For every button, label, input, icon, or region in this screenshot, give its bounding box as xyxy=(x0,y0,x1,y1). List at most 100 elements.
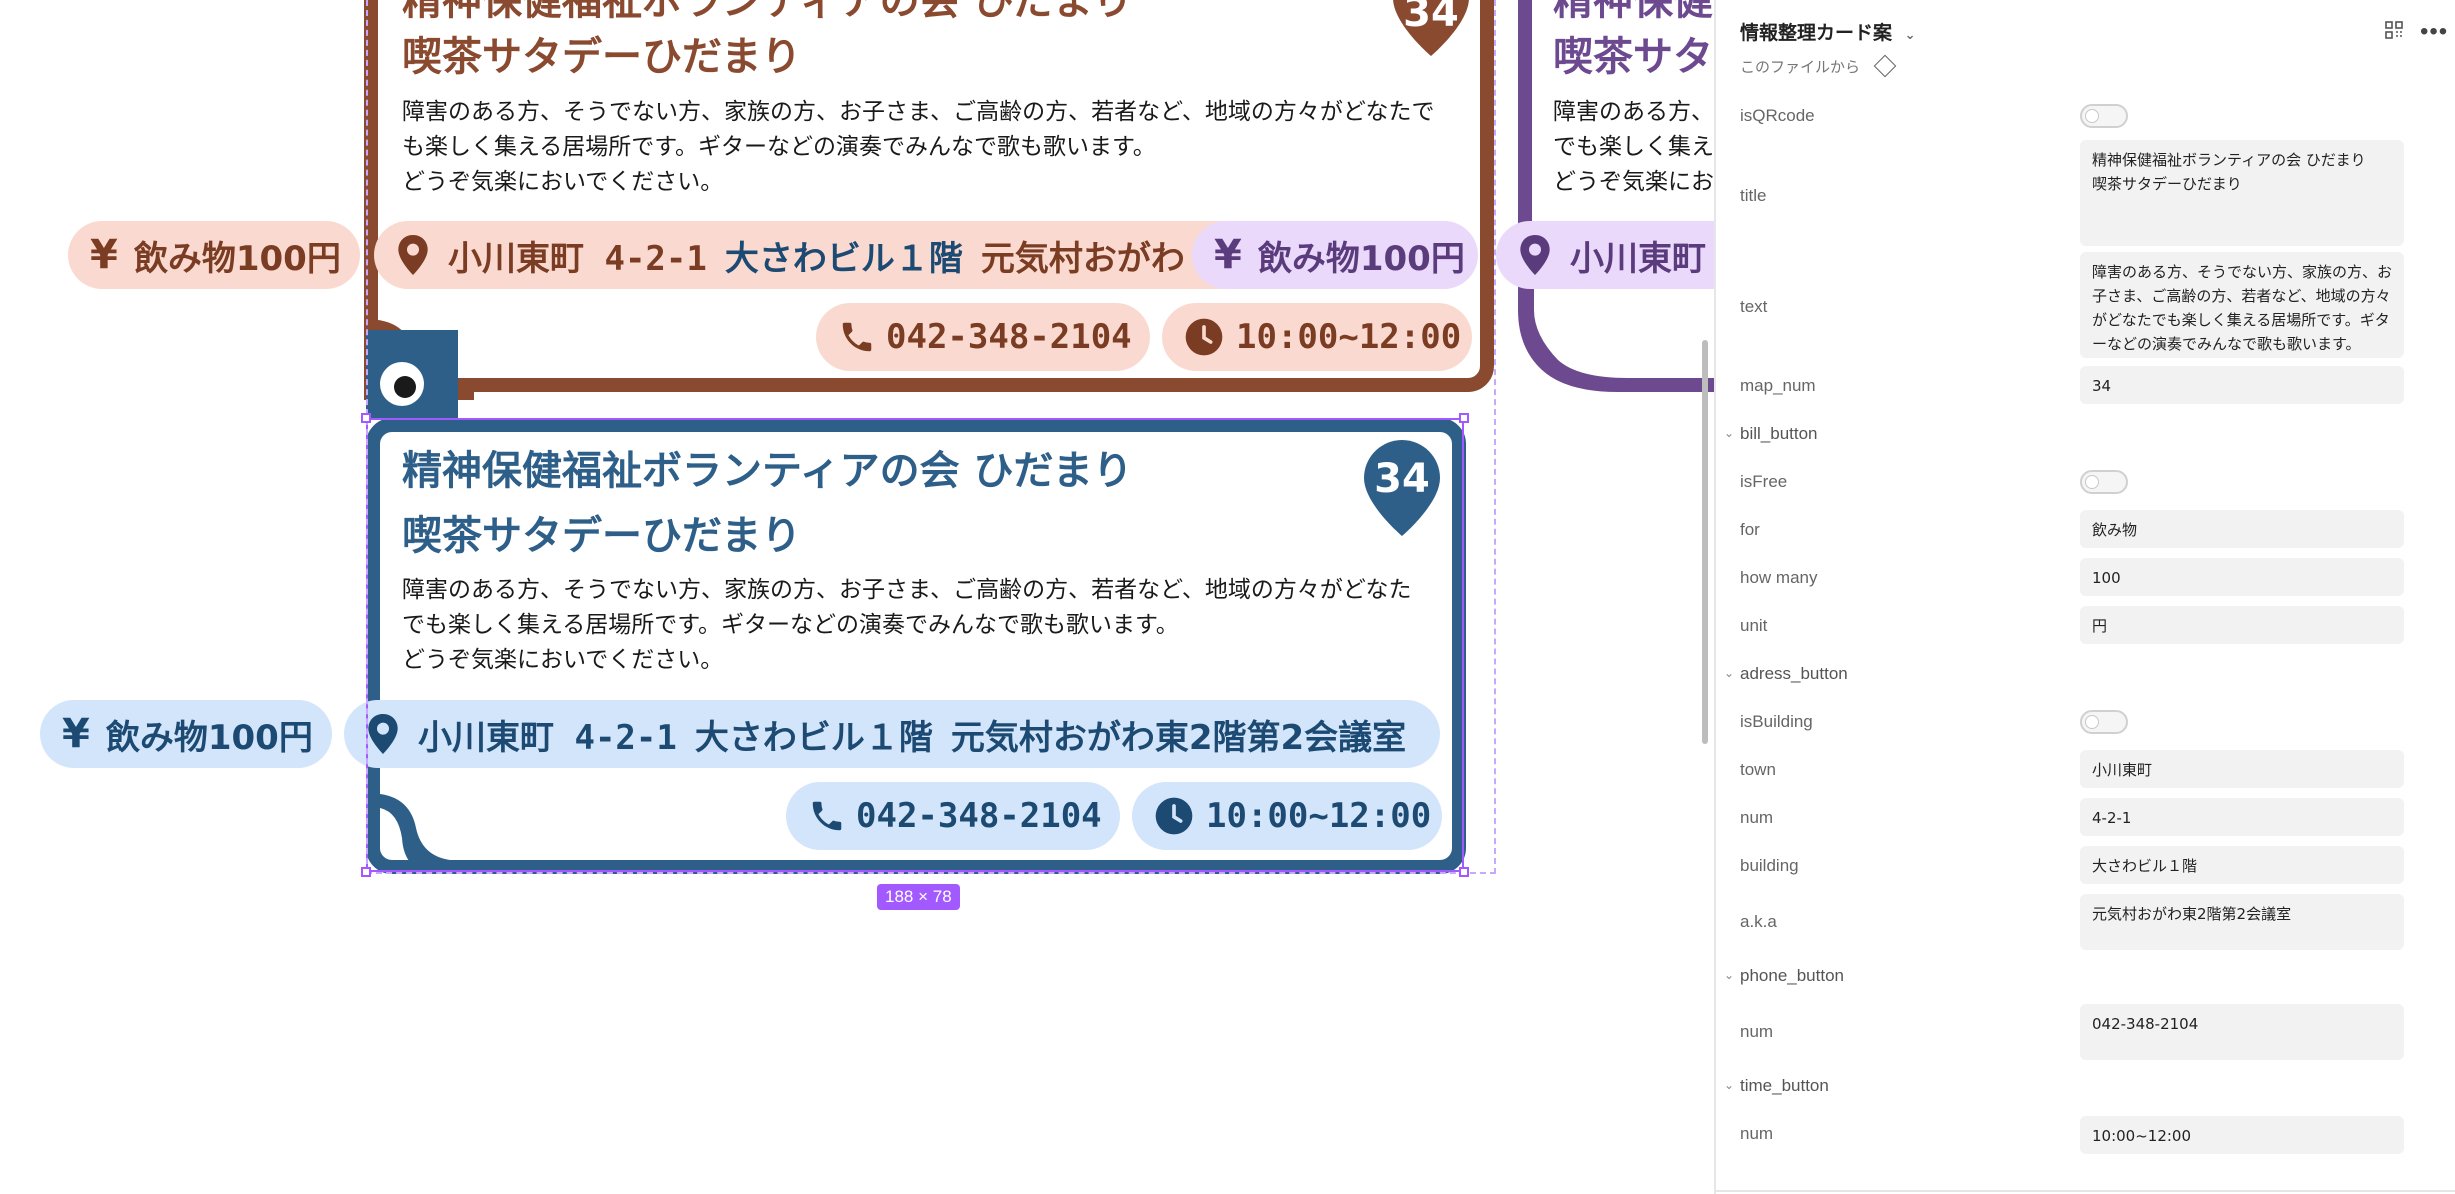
collapse-chevron-icon[interactable]: ⌄ xyxy=(1724,1078,1734,1092)
blue-card-title-line2: 喫茶サタデーひだまり xyxy=(402,513,802,559)
selection-size-badge: 188 × 78 xyxy=(877,884,960,910)
prop-label-text: text xyxy=(1740,297,1768,316)
blue-address-building: 大さわビル１階 xyxy=(694,717,933,758)
brown-time-button[interactable]: 10:00~12:00 xyxy=(1162,303,1472,371)
brown-address-button[interactable]: 小川東町 4-2-1 大さわビル１階 元気村おがわ xyxy=(374,221,1254,289)
purple-address-button[interactable]: 小川東町 xyxy=(1496,221,1714,289)
blue-phone-number: 042-348-2104 xyxy=(856,796,1102,836)
for-field[interactable]: 飲み物 xyxy=(2080,510,2404,548)
clock-icon xyxy=(1155,797,1193,835)
yen-icon: ¥ xyxy=(1214,232,1242,278)
purple-card-text-line2: でも楽しく集え xyxy=(1553,134,1714,160)
section-adress-button[interactable]: adress_button xyxy=(1740,664,1848,684)
prop-label-isfree: isFree xyxy=(1740,472,1788,491)
blue-time-button[interactable]: 10:00~12:00 xyxy=(1132,782,1442,850)
source-label: このファイルから xyxy=(1740,58,1861,76)
blue-card-text-line1: 障害のある方、そうでない方、家族の方、お子さま、ご高齢の方、若者など、地域の方々… xyxy=(402,577,1412,603)
prop-label-how-many: how many xyxy=(1740,568,1818,587)
isqrcode-toggle[interactable] xyxy=(2080,104,2128,128)
prop-label-map-num: map_num xyxy=(1740,376,1816,395)
section-time-button[interactable]: time_button xyxy=(1740,1076,1829,1096)
address-num-field[interactable]: 4-2-1 xyxy=(2080,798,2404,836)
title-field-line2: 喫茶サタデーひだまり xyxy=(2092,175,2242,193)
aka-field[interactable]: 元気村おがわ東2階第2会議室 xyxy=(2080,894,2404,950)
prop-label-isbuilding: isBuilding xyxy=(1740,712,1813,731)
town-field[interactable]: 小川東町 xyxy=(2080,750,2404,788)
component-source: このファイルから xyxy=(1740,54,1897,78)
brown-phone-number: 042-348-2104 xyxy=(886,317,1132,357)
purple-bill-button[interactable]: ¥ 飲み物100円 xyxy=(1192,221,1478,289)
prop-label-building: building xyxy=(1740,856,1799,875)
blue-card-text-line2: でも楽しく集える居場所です。ギターなどの演奏でみんなで歌も歌います。 xyxy=(402,612,1179,638)
design-canvas[interactable]: 精神保健 喫茶サタ 障害のある方、 でも楽しく集え どうぞ気楽にお 小川東町 精… xyxy=(0,0,1714,1194)
yen-icon: ¥ xyxy=(62,711,90,757)
blue-bill-button[interactable]: ¥ 飲み物100円 xyxy=(40,700,332,768)
section-phone-button[interactable]: phone_button xyxy=(1740,966,1844,986)
blue-map-number: 34 xyxy=(1374,456,1430,502)
prop-label-unit: unit xyxy=(1740,616,1768,635)
collapse-chevron-icon[interactable]: ⌄ xyxy=(1724,666,1734,680)
purple-card-title-line2: 喫茶サタ xyxy=(1553,34,1713,80)
resize-handle-bottom-right[interactable] xyxy=(1459,867,1469,877)
time-num-field[interactable]: 10:00~12:00 xyxy=(2080,1116,2404,1154)
prop-label-aka: a.k.a xyxy=(1740,912,1777,931)
blue-time-value: 10:00~12:00 xyxy=(1206,796,1432,836)
title-field-line1: 精神保健福祉ボランティアの会 ひだまり xyxy=(2092,151,2366,169)
brown-map-number-pin: 34 xyxy=(1393,0,1469,58)
isfree-toggle[interactable] xyxy=(2080,470,2128,494)
chevron-down-icon: ⌄ xyxy=(1904,28,1916,43)
prop-label-isqrcode: isQRcode xyxy=(1740,106,1815,125)
resize-handle-top-right[interactable] xyxy=(1459,413,1469,423)
brown-card-text-line1: 障害のある方、そうでない方、家族の方、お子さま、ご高齢の方、若者など、地域の方々… xyxy=(402,99,1435,125)
blue-phone-button[interactable]: 042-348-2104 xyxy=(786,782,1120,850)
more-options-icon[interactable]: ••• xyxy=(2420,18,2448,46)
prop-label-time-num: num xyxy=(1740,1124,1774,1143)
section-bill-button[interactable]: bill_button xyxy=(1740,424,1818,444)
phone-icon xyxy=(842,322,872,352)
properties-panel: 情報整理カード案 ⌄ ••• このファイルから isQRcode title 精… xyxy=(1714,0,2455,1194)
canvas-scrollbar[interactable] xyxy=(1702,340,1708,744)
brown-phone-button[interactable]: 042-348-2104 xyxy=(816,303,1150,371)
location-pin-icon xyxy=(398,235,428,275)
resize-handle-bottom-left[interactable] xyxy=(361,867,371,877)
building-field[interactable]: 大さわビル１階 xyxy=(2080,846,2404,884)
blue-card-title-line1: 精神保健福祉ボランティアの会 ひだまり xyxy=(402,448,1133,494)
card-connector-eye xyxy=(380,362,424,406)
blue-card-text-line3: どうぞ気楽においでください。 xyxy=(402,647,724,673)
location-pin-icon xyxy=(368,714,398,754)
phone-num-field[interactable]: 042-348-2104 xyxy=(2080,1004,2404,1060)
brown-card-text-line2: も楽しく集える居場所です。ギターなどの演奏でみんなで歌も歌います。 xyxy=(402,134,1156,160)
yen-icon: ¥ xyxy=(90,232,118,278)
blue-address-aka: 元気村おがわ東2階第2会議室 xyxy=(950,717,1407,758)
blue-card-corner-notch xyxy=(380,782,476,874)
brown-address-town: 小川東町 4-2-1 xyxy=(448,238,707,279)
how-many-field[interactable]: 100 xyxy=(2080,558,2404,596)
phone-icon xyxy=(812,801,842,831)
resize-handle-top-left[interactable] xyxy=(361,413,371,423)
unit-field[interactable]: 円 xyxy=(2080,606,2404,644)
map-num-field[interactable]: 34 xyxy=(2080,366,2404,404)
collapse-chevron-icon[interactable]: ⌄ xyxy=(1724,968,1734,982)
isbuilding-toggle[interactable] xyxy=(2080,710,2128,734)
panel-bottom-divider xyxy=(1716,1190,2455,1192)
prop-label-town: town xyxy=(1740,760,1776,779)
purple-address-town: 小川東町 xyxy=(1570,238,1706,279)
blue-address-town: 小川東町 4-2-1 xyxy=(418,717,677,758)
location-pin-icon xyxy=(1520,235,1550,275)
component-diamond-icon xyxy=(1873,54,1897,78)
blue-map-number-pin: 34 xyxy=(1364,440,1440,538)
blue-bill-label: 飲み物100円 xyxy=(105,717,313,758)
component-title[interactable]: 情報整理カード案 ⌄ xyxy=(1740,18,1916,45)
text-field[interactable]: 障害のある方、そうでない方、家族の方、お子さま、ご高齢の方、若者など、地域の方々… xyxy=(2080,252,2404,358)
prop-label-num: num xyxy=(1740,808,1774,827)
purple-card-text-line1: 障害のある方、 xyxy=(1553,99,1714,125)
collapse-chevron-icon[interactable]: ⌄ xyxy=(1724,426,1734,440)
prop-label-for: for xyxy=(1740,520,1760,539)
brown-address-building: 大さわビル１階 xyxy=(724,238,963,279)
blue-address-button[interactable]: 小川東町 4-2-1 大さわビル１階 元気村おがわ東2階第2会議室 xyxy=(344,700,1440,768)
brown-address-aka: 元気村おがわ xyxy=(980,238,1185,279)
title-field[interactable]: 精神保健福祉ボランティアの会 ひだまり 喫茶サタデーひだまり xyxy=(2080,140,2404,246)
clock-icon xyxy=(1185,318,1223,356)
grid-icon[interactable] xyxy=(2384,20,2406,42)
brown-bill-button[interactable]: ¥ 飲み物100円 xyxy=(68,221,360,289)
